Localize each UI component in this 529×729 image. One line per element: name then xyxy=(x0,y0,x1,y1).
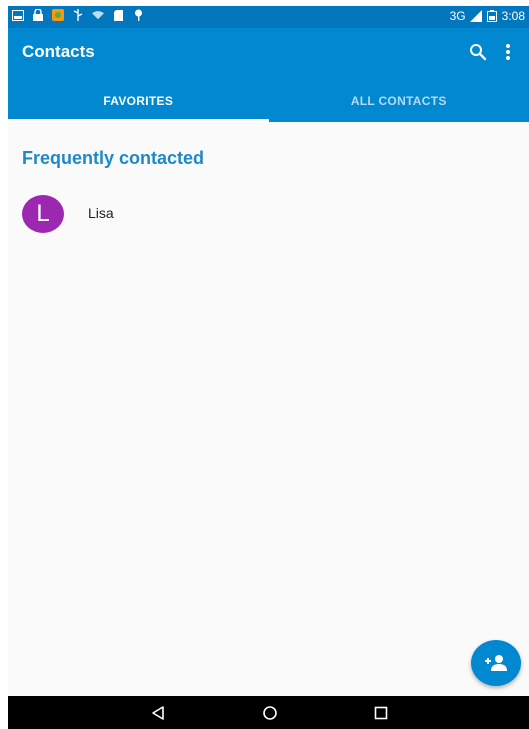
status-system: 3G 3:08 xyxy=(450,9,525,23)
recents-icon[interactable] xyxy=(372,704,390,722)
home-icon[interactable] xyxy=(261,704,279,722)
contact-name: Lisa xyxy=(88,205,114,221)
tab-all-contacts[interactable]: ALL CONTACTS xyxy=(269,80,529,122)
status-notifications xyxy=(12,9,144,21)
app-title: Contacts xyxy=(22,42,95,61)
app-icon xyxy=(52,9,64,21)
pin-icon xyxy=(132,9,144,21)
more-vert-icon[interactable] xyxy=(497,41,519,63)
app-bar: Contacts xyxy=(8,28,529,80)
status-bar: 3G 3:08 xyxy=(8,6,529,28)
signal-icon xyxy=(469,10,482,22)
contact-row[interactable]: L Lisa xyxy=(8,192,529,236)
search-icon[interactable] xyxy=(467,41,489,63)
tab-favorites[interactable]: FAVORITES xyxy=(8,80,269,122)
network-type: 3G xyxy=(449,9,466,23)
lock-icon xyxy=(32,9,44,21)
device-screen: 3G 3:08 Contacts FAVORITES ALL CONTACTS … xyxy=(8,6,529,729)
tab-bar: FAVORITES ALL CONTACTS xyxy=(8,80,529,122)
avatar: L xyxy=(22,195,64,233)
clock: 3:08 xyxy=(501,9,525,23)
gallery-icon xyxy=(12,9,24,21)
system-nav-bar xyxy=(8,696,529,729)
sd-card-icon xyxy=(112,9,124,21)
section-header-frequently-contacted: Frequently contacted xyxy=(22,148,205,168)
back-icon[interactable] xyxy=(149,704,167,722)
add-person-icon xyxy=(485,655,507,671)
wifi-icon xyxy=(92,9,104,21)
add-contact-fab[interactable] xyxy=(471,640,521,686)
usb-icon xyxy=(72,9,84,21)
battery-icon xyxy=(486,10,498,22)
